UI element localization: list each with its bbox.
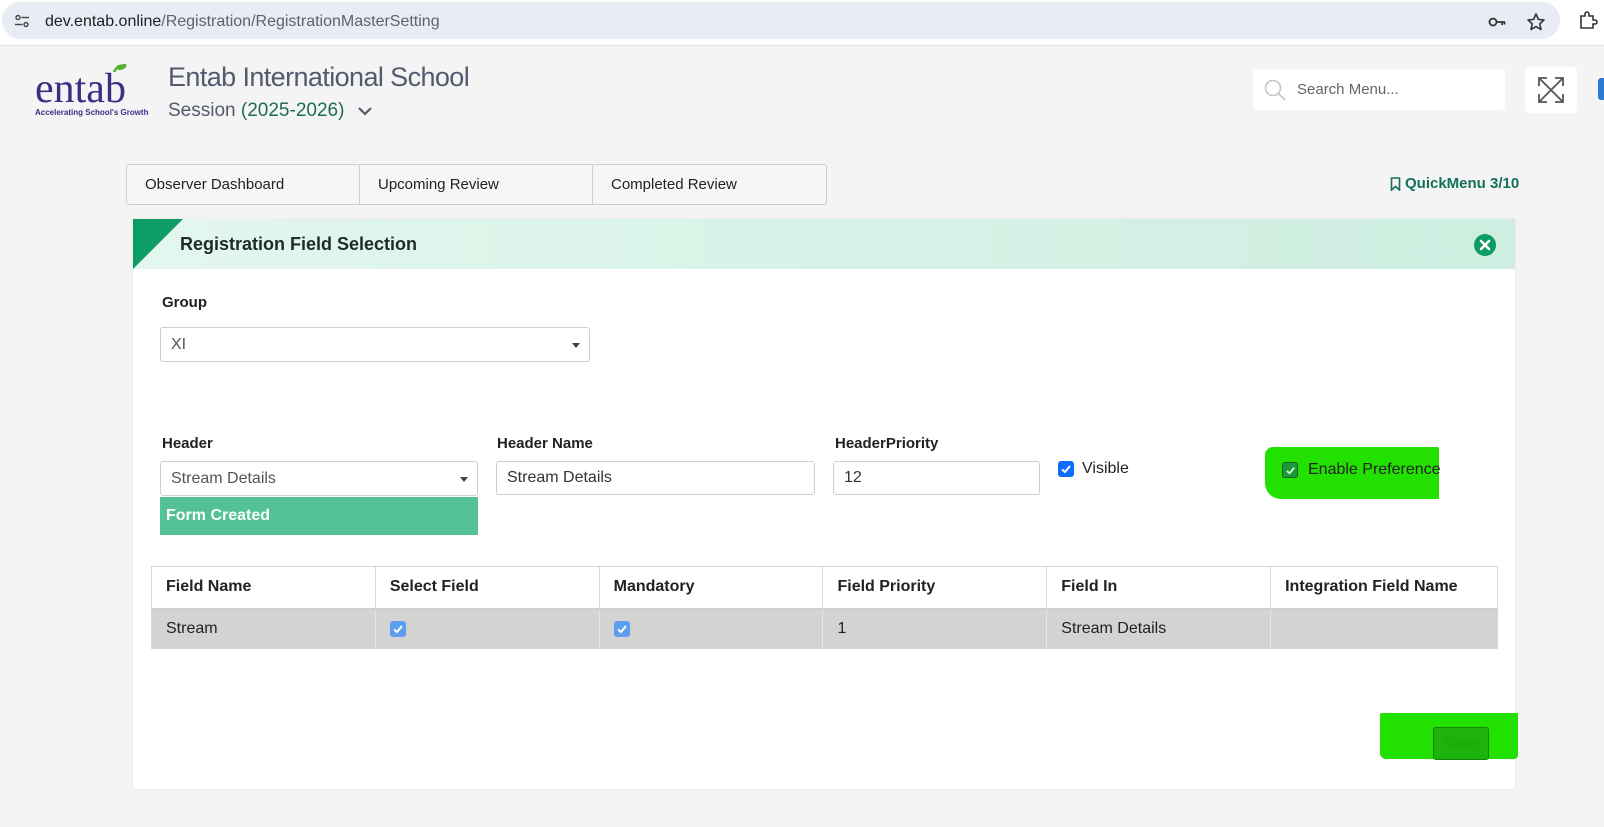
save-button[interactable]: Save (1433, 727, 1489, 760)
group-label: Group (162, 294, 207, 311)
header-priority-label: HeaderPriority (835, 435, 939, 452)
fullscreen-button[interactable] (1525, 67, 1577, 113)
column-header: Field In (1046, 566, 1272, 610)
check-icon (1286, 467, 1295, 475)
panel-header: Registration Field Selection (133, 219, 1515, 269)
group-select-value: XI (171, 336, 187, 353)
header-select-value: Stream Details (171, 470, 276, 487)
caret-down-icon (572, 343, 580, 348)
column-header: Integration Field Name (1270, 566, 1498, 610)
registration-field-panel: Registration Field Selection Group XI He… (133, 219, 1518, 789)
chevron-down-icon[interactable] (356, 105, 374, 117)
close-icon[interactable] (1473, 233, 1497, 257)
side-widget-edge[interactable] (1598, 78, 1604, 100)
quickmenu-label: QuickMenu 3/10 (1405, 175, 1520, 192)
table-header-row: Field Name Select Field Mandatory Field … (151, 566, 1498, 610)
tab-completed-review[interactable]: Completed Review (593, 165, 826, 204)
url-path: /Registration/RegistrationMasterSetting (161, 13, 440, 30)
bookmark-icon (1390, 176, 1401, 191)
tab-upcoming-review[interactable]: Upcoming Review (360, 165, 593, 204)
search-menu-box[interactable] (1253, 69, 1505, 110)
logo-tagline: Accelerating School's Growth (35, 108, 149, 117)
search-input[interactable] (1297, 69, 1497, 110)
header-label: Header (162, 435, 213, 452)
key-icon[interactable] (1487, 12, 1507, 32)
caret-down-icon (460, 477, 468, 482)
column-header: Field Priority (822, 566, 1048, 610)
browser-toolbar: dev.entab.online/Registration/Registrati… (0, 0, 1604, 46)
quickmenu-link[interactable]: QuickMenu 3/10 (1390, 175, 1519, 192)
cell-integration-field-name (1270, 608, 1498, 649)
header-name-label: Header Name (497, 435, 593, 452)
column-header: Field Name (151, 566, 376, 610)
cell-field-priority: 1 (822, 608, 1048, 649)
group-select[interactable]: XI (160, 327, 590, 362)
tab-observer-dashboard[interactable]: Observer Dashboard (127, 165, 360, 204)
visible-checkbox[interactable] (1058, 461, 1074, 477)
panel-title: Registration Field Selection (180, 234, 418, 254)
search-icon (1264, 79, 1286, 101)
review-tabs: Observer Dashboard Upcoming Review Compl… (126, 164, 827, 205)
entab-logo[interactable]: entab Accelerating School's Growth (34, 62, 152, 120)
school-name: Entab International School (168, 62, 470, 92)
check-icon (1061, 465, 1071, 474)
column-header: Select Field (375, 566, 600, 610)
header-select[interactable]: Stream Details (160, 461, 478, 496)
cell-select-field (375, 608, 600, 649)
site-info-icon[interactable] (14, 13, 30, 29)
star-icon[interactable] (1526, 12, 1546, 32)
visible-label: Visible (1082, 460, 1129, 477)
select-field-checkbox[interactable] (389, 620, 406, 637)
cell-field-name: Stream (151, 608, 376, 649)
session-label: Session (168, 100, 236, 121)
table-row: Stream 1 Stream Details (151, 608, 1498, 649)
mandatory-checkbox[interactable] (613, 620, 630, 637)
header-priority-input[interactable] (833, 461, 1040, 495)
panel-corner-accent (133, 219, 183, 269)
expand-icon (1538, 77, 1564, 103)
cell-mandatory (599, 608, 824, 649)
logo-text: entab (35, 66, 126, 112)
cell-field-in: Stream Details (1046, 608, 1272, 649)
session-value: (2025-2026) (240, 100, 345, 121)
extensions-icon[interactable] (1578, 10, 1598, 30)
header-name-input[interactable] (496, 461, 815, 495)
column-header: Mandatory (599, 566, 824, 610)
url-text[interactable]: dev.entab.online/Registration/Registrati… (45, 13, 440, 31)
check-icon (393, 624, 403, 633)
enable-preference-label: Enable Preference (1308, 461, 1441, 478)
enable-preference-checkbox[interactable] (1282, 462, 1298, 478)
url-domain: dev.entab.online (45, 13, 162, 30)
header-dropdown-option[interactable]: Form Created (160, 497, 478, 535)
session-selector[interactable]: Session (2025-2026) (168, 100, 374, 122)
address-bar[interactable]: dev.entab.online/Registration/Registrati… (2, 2, 1560, 39)
field-table: Field Name Select Field Mandatory Field … (151, 566, 1498, 649)
check-icon (616, 624, 627, 633)
